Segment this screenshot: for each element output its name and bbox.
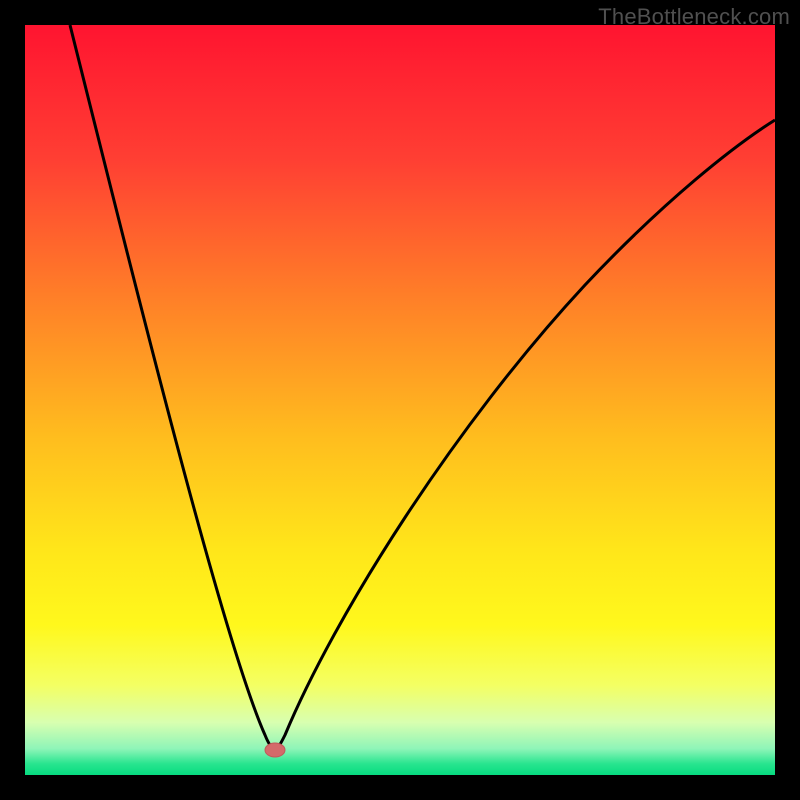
optimum-marker — [265, 743, 285, 757]
watermark-text: TheBottleneck.com — [598, 4, 790, 30]
plot-area — [25, 25, 775, 775]
chart-frame: TheBottleneck.com — [0, 0, 800, 800]
gradient-background — [25, 25, 775, 775]
plot-svg — [25, 25, 775, 775]
